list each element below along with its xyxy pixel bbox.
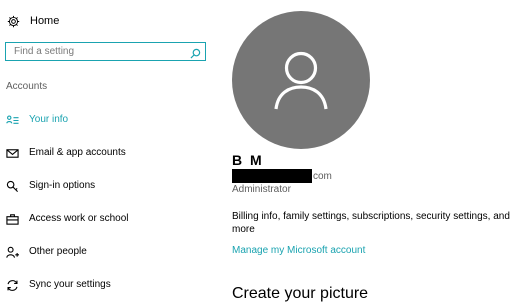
redacted-email-block — [232, 169, 312, 183]
add-person-icon — [6, 246, 19, 259]
search-box[interactable] — [5, 42, 206, 61]
manage-account-link[interactable]: Manage my Microsoft account — [232, 245, 365, 256]
create-picture-heading: Create your picture — [232, 285, 369, 302]
accounts-section-title: Accounts — [6, 81, 48, 92]
sidebar-item-sync-settings[interactable]: Sync your settings — [0, 274, 215, 296]
sidebar-item-label: Other people — [29, 246, 87, 257]
sidebar-item-other-people[interactable]: Other people — [0, 241, 215, 263]
user-name: B M — [232, 152, 264, 168]
your-info-icon — [6, 114, 19, 127]
email-suffix: com — [313, 171, 332, 182]
sidebar-item-label: Your info — [29, 114, 69, 125]
sidebar-item-label: Access work or school — [29, 213, 129, 224]
sync-icon — [6, 279, 19, 292]
sidebar-item-access-work-school[interactable]: Access work or school — [0, 208, 215, 230]
gear-icon — [7, 15, 20, 28]
your-info-panel: B M com Administrator Billing info, fami… — [215, 0, 525, 308]
billing-info-text: Billing info, family settings, subscript… — [232, 211, 510, 235]
home-label: Home — [30, 15, 60, 27]
sidebar-item-email-app-accounts[interactable]: Email & app accounts — [0, 142, 215, 164]
account-role: Administrator — [232, 184, 291, 195]
sidebar-item-your-info[interactable]: Your info — [0, 109, 215, 131]
settings-sidebar: Home Accounts Your info Emai — [0, 0, 215, 308]
key-icon — [6, 180, 19, 193]
home-nav-item[interactable]: Home — [7, 11, 59, 31]
user-icon — [274, 51, 328, 110]
email-icon — [6, 147, 19, 160]
sidebar-item-label: Sync your settings — [29, 279, 111, 290]
sidebar-item-label: Email & app accounts — [29, 147, 126, 158]
search-input[interactable] — [6, 43, 188, 60]
sidebar-item-sign-in-options[interactable]: Sign-in options — [0, 175, 215, 197]
avatar — [232, 11, 370, 149]
sidebar-item-label: Sign-in options — [29, 180, 96, 191]
search-icon[interactable] — [190, 46, 201, 59]
briefcase-icon — [6, 213, 19, 226]
